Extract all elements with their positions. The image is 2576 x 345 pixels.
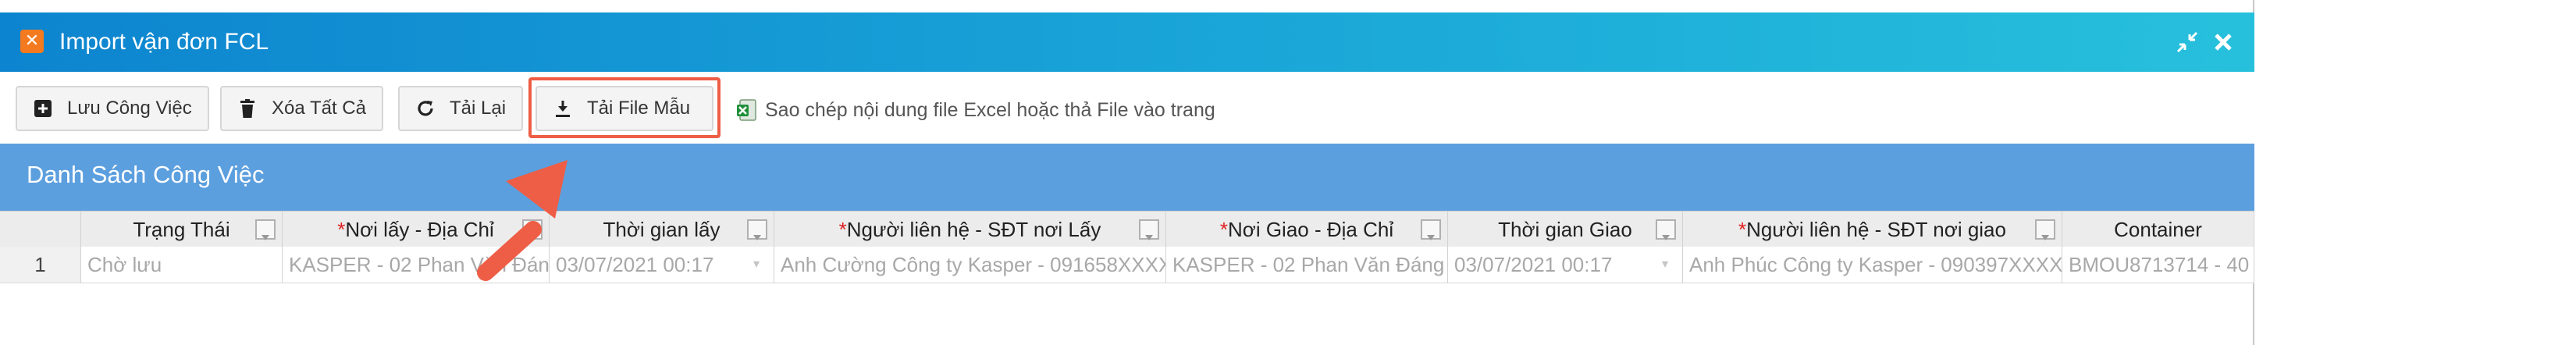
cell-value: KASPER - 02 Phan Văn Đáng xyxy=(1172,253,1445,276)
datetime-dropdown-icon[interactable]: ▾ xyxy=(753,247,760,283)
excel-file-icon xyxy=(737,99,756,121)
column-header-delivery-address[interactable]: *Nơi Giao - Địa Chỉ xyxy=(1166,212,1448,247)
pointer-arrow-annotation xyxy=(477,160,568,281)
column-header-delivery-contact[interactable]: *Người liên hệ - SĐT nơi giao xyxy=(1683,212,2062,247)
filter-dropdown-icon[interactable] xyxy=(1656,219,1676,240)
required-marker: * xyxy=(838,218,847,241)
close-icon[interactable] xyxy=(2209,28,2237,56)
required-marker: * xyxy=(1219,218,1228,241)
column-header-label: Người liên hệ - SĐT nơi Lấy xyxy=(846,218,1101,241)
cell-value: BMOU8713714 - 40 xyxy=(2069,253,2250,276)
cell-delivery-contact[interactable]: Anh Phúc Công ty Kasper - 090397XXXX xyxy=(1683,247,2062,283)
paste-hint-text: Sao chép nội dung file Excel hoặc thả Fi… xyxy=(765,98,1215,121)
filter-dropdown-icon[interactable] xyxy=(2035,219,2055,240)
column-header-label: Nơi Giao - Địa Chỉ xyxy=(1228,218,1394,241)
column-header-label: Người liên hệ - SĐT nơi giao xyxy=(1746,218,2006,241)
cell-delivery-time[interactable]: 03/07/2021 00:17 ▾ xyxy=(1448,247,1683,283)
paste-hint: Sao chép nội dung file Excel hoặc thả Fi… xyxy=(735,92,1215,128)
column-header-label: Thời gian lấy xyxy=(603,218,720,241)
column-header-delivery-time[interactable]: Thời gian Giao xyxy=(1448,212,1683,247)
filter-dropdown-icon[interactable] xyxy=(1139,219,1159,240)
required-marker: * xyxy=(1738,218,1747,241)
cell-delivery-address[interactable]: KASPER - 02 Phan Văn Đáng xyxy=(1166,247,1448,283)
filter-dropdown-icon[interactable] xyxy=(1421,219,1441,240)
column-header-pickup-contact[interactable]: *Người liên hệ - SĐT nơi Lấy xyxy=(774,212,1166,247)
column-header-label: Thời gian Giao xyxy=(1498,218,1632,241)
filter-dropdown-icon[interactable] xyxy=(747,219,767,240)
cell-container[interactable]: BMOU8713714 - 40 xyxy=(2062,247,2254,283)
compress-icon[interactable] xyxy=(2173,28,2201,56)
column-header-container[interactable]: Container xyxy=(2062,212,2254,247)
column-header-label: Container xyxy=(2114,218,2202,241)
import-window: ✕ Import vận đơn FCL Lưu Công Việc Xóa T… xyxy=(0,0,2254,345)
datetime-dropdown-icon[interactable]: ▾ xyxy=(1662,247,1668,283)
cell-value: Anh Phúc Công ty Kasper - 090397XXXX xyxy=(1689,253,2062,276)
cell-value: 03/07/2021 00:17 xyxy=(1454,253,1613,276)
cell-value: Anh Cường Công ty Kasper - 091658XXXX xyxy=(781,253,1166,276)
cell-pickup-contact[interactable]: Anh Cường Công ty Kasper - 091658XXXX xyxy=(774,247,1166,283)
